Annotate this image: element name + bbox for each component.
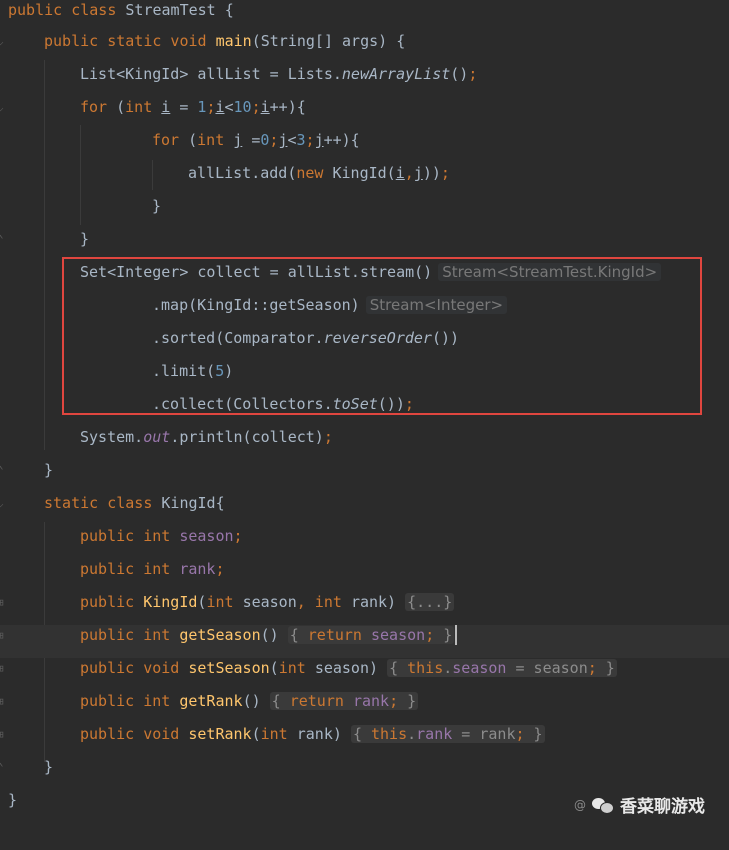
collapsed-block[interactable]: { this.rank = rank; } [350, 725, 545, 743]
code-line[interactable]: ⌃ } [0, 460, 729, 493]
watermark: @ 香菜聊游戏 [574, 792, 705, 817]
wechat-icon [592, 796, 614, 814]
code-line[interactable]: ⌵ public static void main(String[] args)… [0, 31, 729, 64]
highlight-box [62, 257, 702, 415]
fold-arrow-icon[interactable]: ⌃ [0, 233, 7, 247]
code-line[interactable]: System.out.println(collect); [0, 427, 729, 460]
code-line[interactable]: ⊞ public KingId(int season, int rank) {.… [0, 592, 729, 625]
code-line[interactable]: public int rank; [0, 559, 729, 592]
code-line[interactable]: ⊞ public void setSeason(int season) { th… [0, 658, 729, 691]
field-name: out [143, 428, 171, 446]
fold-arrow-icon[interactable]: ⌵ [0, 35, 7, 49]
code-line[interactable]: allList.add(new KingId(i,j)); [0, 163, 729, 196]
code-line[interactable]: for (int j =0;j<3;j++){ [0, 130, 729, 163]
fold-plus-icon[interactable]: ⊞ [0, 596, 7, 610]
fold-arrow-icon[interactable]: ⌵ [0, 497, 7, 511]
code-line[interactable]: List<KingId> allList = Lists.newArrayLis… [0, 64, 729, 97]
code-line[interactable]: ⌵ for (int i = 1;i<10;i++){ [0, 97, 729, 130]
fold-arrow-icon[interactable]: ⌃ [0, 464, 7, 478]
fold-plus-icon[interactable]: ⊞ [0, 629, 7, 643]
code-line[interactable]: ⊞ public int getRank() { return rank; } [0, 691, 729, 724]
fold-arrow-icon[interactable]: ⌵ [0, 101, 7, 115]
collapsed-block[interactable]: { return season; } [287, 626, 455, 644]
code-line[interactable]: public int season; [0, 526, 729, 559]
collapsed-block[interactable]: { this.season = season; } [387, 659, 617, 677]
watermark-prefix: @ [574, 797, 586, 812]
text-caret [455, 625, 458, 645]
code-line[interactable]: } [0, 196, 729, 229]
fold-plus-icon[interactable]: ⊞ [0, 728, 7, 742]
collapsed-block[interactable]: { return rank; } [269, 692, 419, 710]
collapsed-block[interactable]: {...} [405, 593, 455, 611]
code-line[interactable]: public class StreamTest { [0, 0, 729, 33]
fold-plus-icon[interactable]: ⊞ [0, 662, 7, 676]
code-editor[interactable]: public class StreamTest { ⌵ public stati… [0, 0, 729, 837]
code-line[interactable]: ⌃ } [0, 757, 729, 790]
watermark-text: 香菜聊游戏 [620, 797, 705, 817]
code-line[interactable]: ⊞ public void setRank(int rank) { this.r… [0, 724, 729, 757]
method-name: newArrayList [341, 65, 451, 83]
fold-plus-icon[interactable]: ⊞ [0, 695, 7, 709]
code-line[interactable]: ⌵ static class KingId{ [0, 493, 729, 526]
fold-arrow-icon[interactable]: ⌃ [0, 761, 7, 775]
code-line-current[interactable]: ⊞ public int getSeason() { return season… [0, 625, 729, 658]
